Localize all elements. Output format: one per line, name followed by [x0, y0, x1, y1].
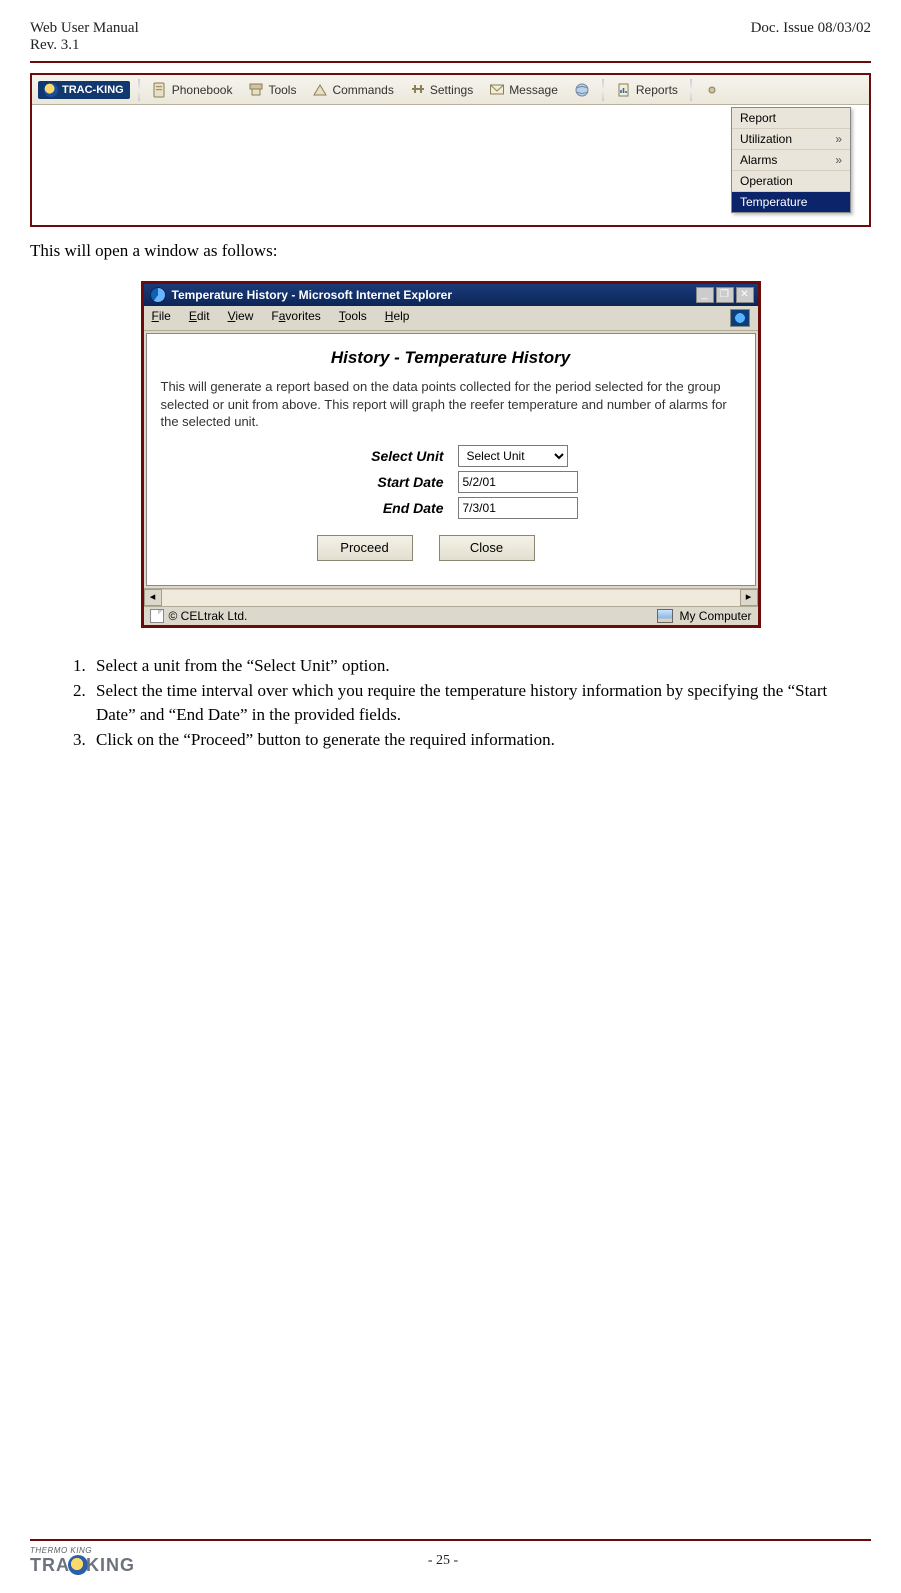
dropdown-canvas: Report Utilization » Alarms » Operation …: [32, 105, 869, 225]
footer-logo-swirl-icon: [68, 1555, 88, 1575]
toolbar-item-globe[interactable]: [570, 80, 594, 100]
dropdown-label: Alarms: [740, 153, 777, 167]
footer-rule: [30, 1539, 871, 1541]
header-rule: [30, 61, 871, 63]
ie-logo-icon: [150, 287, 166, 303]
menu-file[interactable]: File: [152, 309, 171, 327]
dropdown-item-alarms[interactable]: Alarms »: [732, 150, 850, 171]
dropdown-item-operation[interactable]: Operation: [732, 171, 850, 192]
window-title: Temperature History - Microsoft Internet…: [172, 288, 453, 302]
restore-button[interactable]: ❐: [716, 287, 734, 303]
minimize-button[interactable]: _: [696, 287, 714, 303]
toolbar-item-phonebook[interactable]: Phonebook: [148, 80, 237, 100]
instruction-step: Select a unit from the “Select Unit” opt…: [90, 654, 831, 677]
message-icon: [489, 82, 505, 98]
commands-icon: [312, 82, 328, 98]
status-text-left: © CELtrak Ltd.: [169, 609, 248, 623]
document-icon: [150, 609, 164, 623]
footer-logo: THERMO KING TRA KING: [30, 1547, 135, 1575]
instruction-step: Click on the “Proceed” button to generat…: [90, 728, 831, 751]
toolbar-item-settings[interactable]: Settings: [406, 80, 477, 100]
toolbar-label: Phonebook: [172, 83, 233, 97]
toolbar-label: Commands: [332, 83, 393, 97]
toolbar-item-tools[interactable]: Tools: [244, 80, 300, 100]
status-text-right: My Computer: [679, 609, 751, 623]
browser-content: History - Temperature History This will …: [146, 333, 756, 586]
dropdown-label: Utilization: [740, 132, 792, 146]
close-form-button[interactable]: Close: [439, 535, 535, 561]
toolbar-separator: [602, 79, 604, 101]
dropdown-label: Operation: [740, 174, 793, 188]
logo-swirl-icon: [44, 83, 58, 97]
end-date-label: End Date: [324, 500, 444, 516]
app-toolbar: TRAC-KING Phonebook Tools Commands Setti…: [32, 75, 869, 105]
window-titlebar: Temperature History - Microsoft Internet…: [144, 284, 758, 306]
phonebook-icon: [152, 82, 168, 98]
menu-tools[interactable]: Tools: [339, 309, 367, 327]
app-logo: TRAC-KING: [38, 81, 130, 99]
close-button[interactable]: ✕: [736, 287, 754, 303]
toolbar-separator: [138, 79, 140, 101]
start-date-label: Start Date: [324, 474, 444, 490]
page-number: - 25 -: [135, 1553, 751, 1569]
menu-view[interactable]: View: [228, 309, 254, 327]
toolbar-item-reports[interactable]: Reports: [612, 80, 682, 100]
my-computer-icon: [657, 609, 673, 623]
dropdown-label: Report: [740, 111, 776, 125]
dropdown-item-temperature[interactable]: Temperature: [732, 192, 850, 212]
toolbar-label: Settings: [430, 83, 473, 97]
header-doc-issue: Doc. Issue 08/03/02: [751, 20, 871, 37]
dropdown-label: Temperature: [740, 195, 807, 209]
start-date-input[interactable]: [458, 471, 578, 493]
menu-favorites[interactable]: Favorites: [271, 309, 320, 327]
ie-throbber-icon: [730, 309, 750, 327]
reports-dropdown: Report Utilization » Alarms » Operation …: [731, 107, 851, 213]
header-title: Web User Manual: [30, 20, 139, 37]
browser-statusbar: © CELtrak Ltd. My Computer: [144, 606, 758, 625]
intro-paragraph: This will open a window as follows:: [30, 241, 871, 261]
header-revision: Rev. 3.1: [30, 37, 139, 54]
gear-icon: [704, 82, 720, 98]
browser-menubar: File Edit View Favorites Tools Help: [144, 306, 758, 331]
submenu-arrow-icon: »: [835, 132, 842, 146]
scroll-track[interactable]: [162, 589, 740, 606]
instruction-list: Select a unit from the “Select Unit” opt…: [90, 654, 831, 752]
dropdown-item-report[interactable]: Report: [732, 108, 850, 129]
select-unit-dropdown[interactable]: Select Unit: [458, 445, 568, 467]
toolbar-label: Reports: [636, 83, 678, 97]
submenu-arrow-icon: »: [835, 153, 842, 167]
logo-text: TRAC-KING: [62, 84, 124, 96]
select-unit-label: Select Unit: [324, 448, 444, 464]
globe-icon: [574, 82, 590, 98]
document-header: Web User Manual Rev. 3.1 Doc. Issue 08/0…: [30, 20, 871, 57]
toolbar-separator: [690, 79, 692, 101]
toolbar-item-message[interactable]: Message: [485, 80, 562, 100]
toolbar-item-commands[interactable]: Commands: [308, 80, 397, 100]
reports-icon: [616, 82, 632, 98]
menu-edit[interactable]: Edit: [189, 309, 210, 327]
proceed-button[interactable]: Proceed: [317, 535, 413, 561]
toolbar-label: Message: [509, 83, 558, 97]
tools-icon: [248, 82, 264, 98]
menu-help[interactable]: Help: [385, 309, 410, 327]
screenshot-ie-window: Temperature History - Microsoft Internet…: [141, 281, 761, 628]
instruction-step: Select the time interval over which you …: [90, 679, 831, 726]
page-description: This will generate a report based on the…: [161, 378, 741, 431]
footer-logo-right: KING: [86, 1556, 135, 1574]
dropdown-item-utilization[interactable]: Utilization »: [732, 129, 850, 150]
horizontal-scrollbar[interactable]: ◂ ▸: [144, 588, 758, 606]
toolbar-item-settings2[interactable]: [700, 80, 724, 100]
scroll-right-button[interactable]: ▸: [740, 589, 758, 606]
scroll-left-button[interactable]: ◂: [144, 589, 162, 606]
toolbar-label: Tools: [268, 83, 296, 97]
settings-icon: [410, 82, 426, 98]
document-footer: THERMO KING TRA KING - 25 -: [30, 1539, 871, 1575]
footer-logo-left: TRA: [30, 1556, 70, 1574]
footer-logo-small: THERMO KING: [30, 1547, 135, 1555]
screenshot-toolbar: TRAC-KING Phonebook Tools Commands Setti…: [30, 73, 871, 227]
end-date-input[interactable]: [458, 497, 578, 519]
page-heading: History - Temperature History: [161, 348, 741, 368]
